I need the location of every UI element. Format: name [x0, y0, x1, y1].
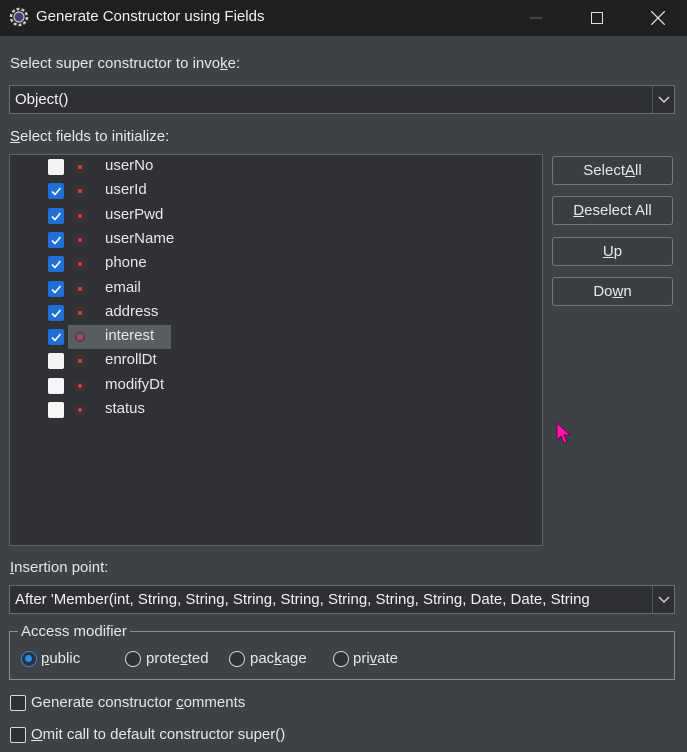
mouse-cursor-icon — [556, 422, 572, 444]
chevron-down-icon[interactable] — [652, 86, 674, 113]
radio-protected-label[interactable]: protected — [146, 650, 209, 667]
insertion-point-select[interactable]: After 'Member(int, String, String, Strin… — [9, 585, 675, 614]
field-name: userName — [105, 229, 175, 247]
field-checkbox[interactable] — [48, 402, 64, 418]
up-button[interactable]: Up — [552, 237, 673, 266]
field-checkbox[interactable] — [48, 256, 64, 273]
checkmark-icon — [51, 236, 62, 245]
select-all-button[interactable]: Select All — [552, 156, 673, 185]
fields-label: Select fields to initialize: — [10, 128, 170, 145]
checkmark-icon — [51, 212, 62, 221]
private-field-dot — [78, 408, 82, 412]
checkmark-icon — [51, 260, 62, 269]
radio-package[interactable] — [229, 651, 245, 667]
private-field-dot — [78, 286, 82, 291]
field-name: userNo — [105, 157, 154, 174]
radio-private[interactable] — [333, 651, 349, 667]
field-checkbox[interactable] — [48, 329, 64, 346]
field-name: enrollDt — [105, 351, 157, 369]
super-constructor-select[interactable]: Object() — [9, 85, 675, 114]
field-checkbox[interactable] — [48, 377, 64, 394]
private-field-dot — [78, 383, 82, 388]
radio-package-label[interactable]: package — [250, 650, 307, 667]
generate-comments-label[interactable]: Generate constructor comments — [31, 694, 245, 711]
field-row[interactable]: interest — [10, 325, 310, 350]
super-constructor-label: Select super constructor to invoke: — [10, 55, 241, 72]
close-button[interactable] — [629, 0, 687, 36]
field-checkbox[interactable] — [48, 183, 64, 200]
window-title: Generate Constructor using Fields — [36, 8, 265, 25]
field-row[interactable]: status — [10, 398, 310, 422]
access-modifier-legend: Access modifier — [18, 623, 130, 640]
field-checkbox[interactable] — [48, 159, 64, 175]
insertion-point-value: After 'Member(int, String, String, Strin… — [15, 591, 590, 608]
eclipse-gear-icon — [9, 7, 29, 27]
checkmark-icon — [51, 187, 62, 196]
title-bar: Generate Constructor using Fields — [0, 0, 687, 36]
radio-public-label[interactable]: public — [41, 650, 80, 667]
radio-public[interactable] — [21, 651, 37, 667]
field-name: userId — [105, 181, 147, 199]
checkmark-icon — [51, 284, 62, 294]
checkmark-icon — [51, 309, 62, 318]
fields-tree[interactable]: userNo userId userPwd userName phone email add… — [9, 154, 543, 546]
radio-private-label[interactable]: private — [353, 650, 398, 667]
field-name: email — [105, 278, 141, 296]
field-checkbox[interactable] — [48, 231, 64, 248]
maximize-button[interactable] — [568, 0, 626, 36]
field-checkbox[interactable] — [48, 353, 64, 370]
minimize-icon — [530, 17, 542, 19]
checkmark-icon — [51, 333, 62, 342]
insertion-point-label: Insertion point: — [10, 559, 109, 576]
minimize-button[interactable] — [507, 0, 565, 36]
field-row[interactable]: modifyDt — [10, 374, 310, 398]
generate-comments-checkbox[interactable] — [10, 695, 26, 711]
field-row[interactable]: userNo — [10, 155, 310, 179]
private-field-dot — [78, 213, 82, 218]
field-row[interactable]: email — [10, 277, 310, 301]
maximize-icon — [591, 12, 603, 24]
field-row[interactable]: phone — [10, 252, 310, 276]
close-icon — [651, 11, 665, 25]
field-name: phone — [105, 254, 147, 272]
super-constructor-value: Object() — [15, 91, 69, 108]
field-row[interactable]: address — [10, 301, 310, 325]
field-row[interactable]: userPwd — [10, 204, 310, 228]
field-name: userPwd — [105, 205, 164, 223]
field-row[interactable]: userId — [10, 179, 310, 203]
field-checkbox[interactable] — [48, 280, 64, 297]
field-name: interest — [105, 327, 155, 345]
omit-super-call-label[interactable]: Omit call to default constructor super() — [31, 726, 285, 743]
field-row[interactable]: enrollDt — [10, 349, 310, 373]
down-button[interactable]: Do w n — [552, 277, 673, 306]
field-name: modifyDt — [105, 375, 165, 393]
omit-super-call-checkbox[interactable] — [10, 727, 26, 743]
radio-protected[interactable] — [125, 651, 141, 667]
private-field-dot — [78, 237, 82, 242]
private-field-dot — [78, 165, 82, 169]
field-row[interactable]: userName — [10, 228, 310, 252]
chevron-down-icon[interactable] — [652, 586, 674, 613]
field-name: address — [105, 302, 159, 320]
field-checkbox[interactable] — [48, 304, 64, 321]
field-checkbox[interactable] — [48, 207, 64, 224]
deselect-all-button[interactable]: Deselect All — [552, 196, 673, 225]
private-field-dot — [78, 310, 82, 315]
field-name: status — [105, 400, 146, 417]
